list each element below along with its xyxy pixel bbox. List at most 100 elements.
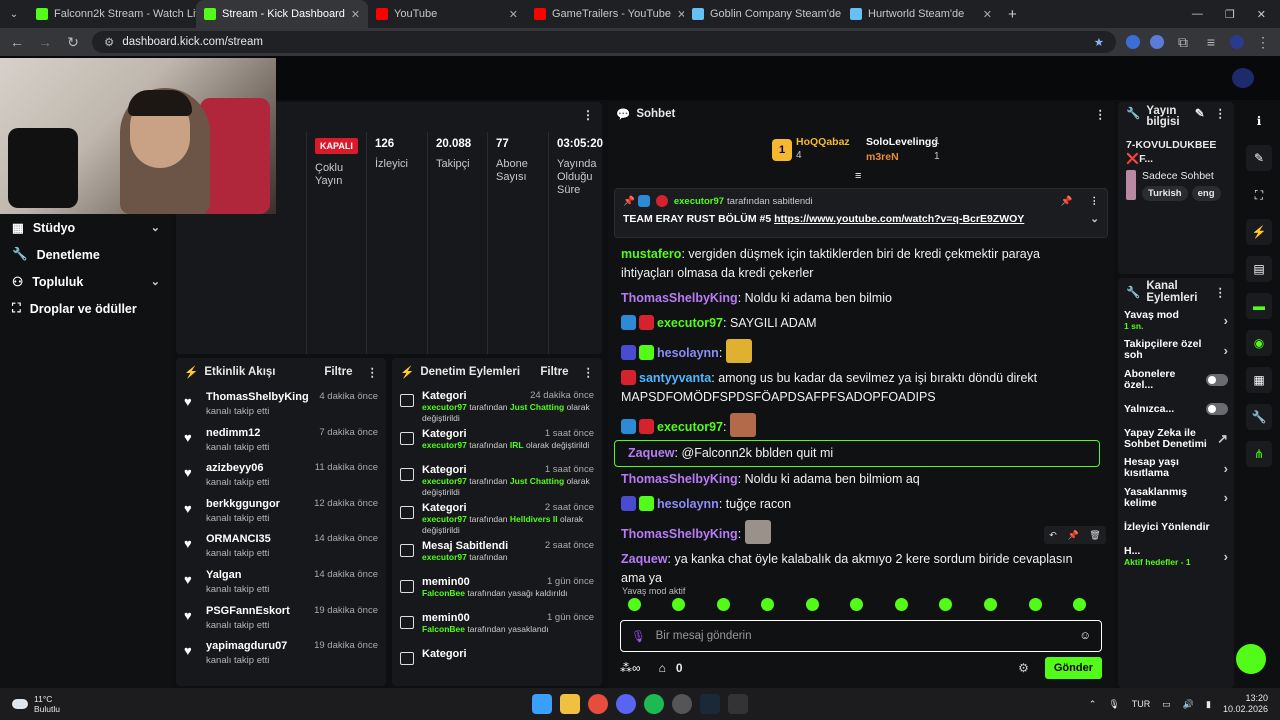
chevron-down-icon[interactable]: ⌄ <box>151 221 160 234</box>
emote-icon[interactable] <box>894 598 908 611</box>
clock-date[interactable]: 10.02.2026 <box>1223 704 1268 715</box>
emoji-icon[interactable]: ☺ <box>1079 630 1091 642</box>
leader-first-name[interactable]: HoQQabaz <box>796 136 850 148</box>
store-icon[interactable]: ⌂ <box>659 661 666 675</box>
chevron-right-icon[interactable]: › <box>1224 549 1228 564</box>
activity-user[interactable]: berkkggungor <box>206 498 280 510</box>
file-explorer-icon[interactable] <box>560 694 580 714</box>
activity-user[interactable]: ThomasShelbyKing <box>206 391 309 403</box>
pin-icon[interactable]: 📌 <box>1067 530 1078 541</box>
points-icon[interactable]: ⁂∞ <box>620 661 641 675</box>
emote-icon[interactable] <box>627 598 641 611</box>
extensions-puzzle-icon[interactable]: ⧉ <box>1174 34 1192 51</box>
chat-username[interactable]: santyyvanta <box>639 371 711 385</box>
more-options-icon[interactable]: ⋮ <box>582 108 594 122</box>
stream-tag[interactable]: eng <box>1191 186 1221 201</box>
emote-icon[interactable] <box>805 598 819 611</box>
edit-pencil-icon[interactable]: ✎ <box>1195 106 1205 120</box>
mod-action-user[interactable]: executor97 <box>422 402 467 412</box>
browser-tab[interactable]: Falconn2k Stream - Watch Live✕ <box>28 0 196 28</box>
mod-filter-button[interactable]: Filtre <box>540 366 568 378</box>
chat-username[interactable]: executor97 <box>657 420 723 434</box>
discord-icon[interactable] <box>616 694 636 714</box>
app-icon[interactable] <box>672 694 692 714</box>
chat-message[interactable]: hesolaynn: tuğçe racon <box>608 492 1106 517</box>
url-field[interactable]: ⚙ dashboard.kick.com/stream ★ <box>92 31 1116 53</box>
unpin-icon[interactable]: 📌 <box>1061 196 1073 207</box>
more-options-icon[interactable]: ⋮ <box>583 365 595 379</box>
chat-username[interactable]: Zaquew <box>628 446 675 460</box>
close-window-icon[interactable]: ✕ <box>1257 8 1266 21</box>
tab-search-icon[interactable]: ⌄ <box>0 9 28 20</box>
emote-icon[interactable] <box>761 598 775 611</box>
close-tab-icon[interactable]: ✕ <box>983 8 992 21</box>
sidebar-item-0[interactable]: ▦ Stüdyo ⌄ <box>0 214 172 241</box>
emote-icon[interactable] <box>984 598 998 611</box>
browser-tab[interactable]: YouTube ✕ <box>368 0 526 28</box>
chat-username[interactable]: ThomasShelbyKing <box>621 291 738 305</box>
chat-username[interactable]: hesolaynn <box>657 497 719 511</box>
channel-action-6[interactable]: Yasaklanmış kelime › <box>1118 483 1234 513</box>
category-name[interactable]: Sadece Sohbet <box>1142 170 1226 182</box>
support-chat-button[interactable] <box>1236 644 1266 674</box>
send-button[interactable]: Gönder <box>1044 657 1102 679</box>
more-options-icon[interactable]: ⋮ <box>1215 285 1227 299</box>
fullscreen-icon[interactable]: ⛶ <box>1246 182 1272 208</box>
chat-username[interactable]: ThomasShelbyKing <box>621 527 738 541</box>
more-options-icon[interactable]: ⋮ <box>1215 106 1227 120</box>
chevron-right-icon[interactable]: › <box>1224 343 1228 358</box>
back-icon[interactable]: ← <box>8 34 26 50</box>
browser-tab[interactable]: Goblin Company Steam'de✕ <box>684 0 842 28</box>
network-icon[interactable]: ▭ <box>1162 699 1171 710</box>
emote-icon[interactable] <box>850 598 864 611</box>
channel-action-8[interactable]: H... Aktif hedefler - 1 › <box>1118 542 1234 572</box>
emote-icon[interactable] <box>672 598 686 611</box>
activity-filter-button[interactable]: Filtre <box>324 366 352 378</box>
chat-message[interactable]: mustafero: vergiden düşmek için taktikle… <box>608 242 1106 286</box>
more-options-icon[interactable]: ⋮ <box>367 365 379 379</box>
emote-icon[interactable] <box>716 598 730 611</box>
chat-message[interactable]: Zaquew: @Falconn2k bblden quit mi <box>614 440 1100 467</box>
chat-username[interactable]: mustafero <box>621 247 681 261</box>
minimize-icon[interactable]: — <box>1192 8 1203 21</box>
channel-action-1[interactable]: Takipçilere özel soh › <box>1118 336 1234 366</box>
channel-action-3[interactable]: Yalnızca... <box>1118 395 1234 425</box>
weather-cloud-icon[interactable] <box>12 699 28 709</box>
mod-action-user[interactable]: executor97 <box>422 476 467 486</box>
chat-username[interactable]: Zaquew <box>621 552 668 566</box>
pinned-by-user[interactable]: executor97 <box>674 196 724 207</box>
channel-action-0[interactable]: Yavaş mod 1 sn. › <box>1118 306 1234 336</box>
browser-tab[interactable]: Stream - Kick Dashboard ✕ <box>196 0 368 28</box>
terminal-icon[interactable] <box>728 694 748 714</box>
reload-icon[interactable]: ↻ <box>64 34 82 51</box>
close-tab-icon[interactable]: ✕ <box>677 8 684 21</box>
microphone-tray-icon[interactable]: 🎙 <box>1108 699 1119 710</box>
bookmark-star-icon[interactable]: ★ <box>1094 35 1104 49</box>
activity-user[interactable]: ORMANCI35 <box>206 533 271 545</box>
language-indicator[interactable]: TUR <box>1132 699 1151 709</box>
mod-action-user[interactable]: executor97 <box>422 440 467 450</box>
chat-message[interactable]: executor97: <box>608 410 1106 440</box>
mod-action-user[interactable]: executor97 <box>422 514 467 524</box>
chevron-right-icon[interactable]: › <box>1224 313 1228 328</box>
chat-message[interactable]: hesolaynn: <box>608 336 1106 366</box>
channel-action-5[interactable]: Hesap yaşı kısıtlama › <box>1118 454 1234 484</box>
sidebar-item-1[interactable]: 🔧 Denetleme <box>0 241 172 268</box>
emote-icon[interactable] <box>1073 598 1087 611</box>
extension-icon[interactable] <box>1126 35 1140 49</box>
forward-icon[interactable]: → <box>36 34 54 50</box>
clock-time[interactable]: 13:20 <box>1223 693 1268 704</box>
chat-message[interactable]: executor97: SAYGILI ADAM <box>608 311 1106 336</box>
activity-user[interactable]: azizbeyy06 <box>206 462 263 474</box>
site-info-icon[interactable]: ⚙ <box>104 35 114 49</box>
reply-icon[interactable]: ↶ <box>1049 530 1057 541</box>
emote-icon[interactable] <box>939 598 953 611</box>
chevron-right-icon[interactable]: › <box>1224 490 1228 505</box>
mod-action-user[interactable]: FalconBee <box>422 588 465 598</box>
chat-input[interactable]: 🎙 Bir mesaj gönderin ☺ <box>620 620 1102 652</box>
expand-icon[interactable]: ≡ <box>855 170 861 182</box>
mod-action-user[interactable]: executor97 <box>422 552 467 562</box>
steam-icon[interactable] <box>700 694 720 714</box>
bolt-icon[interactable]: ⚡ <box>1246 219 1272 245</box>
channel-action-2[interactable]: Abonelere özel... <box>1118 365 1234 395</box>
